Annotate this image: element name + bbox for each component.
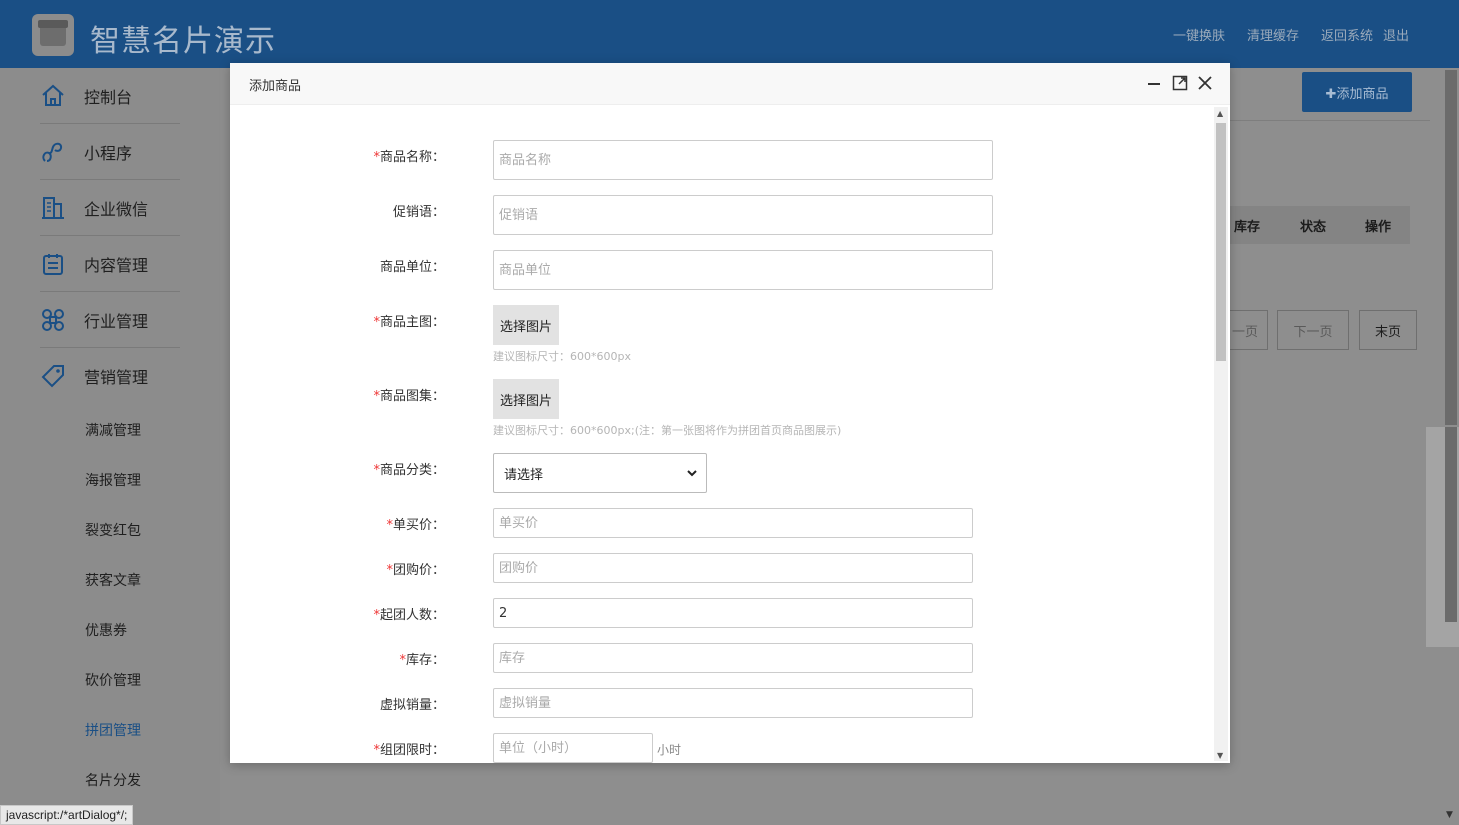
add-product-button[interactable]: ✚添加商品 — [1302, 72, 1412, 112]
sidebar-item-label: 行业管理 — [84, 311, 149, 331]
minimize-icon[interactable] — [1145, 74, 1163, 92]
page-scrollbar[interactable] — [1445, 70, 1457, 425]
back-to-system-link[interactable]: 返回系统 — [1321, 25, 1373, 44]
product-unit-label: 商品单位： — [379, 260, 445, 275]
sidebar-subitem-group-buy[interactable]: 拼团管理 — [85, 720, 141, 740]
add-product-dialog: 添加商品 *商品名称： 促销语： 商品单位： *商品主图： 选择图片 建议图标尺… — [230, 63, 1230, 763]
group-price-input[interactable] — [493, 553, 973, 583]
command-icon — [40, 307, 66, 333]
chevron-down-icon — [686, 467, 698, 479]
building-icon — [40, 195, 66, 221]
miniprogram-icon — [40, 139, 66, 165]
main-image-hint: 建议图标尺寸：600*600px — [493, 350, 631, 363]
sidebar-subitem-poster[interactable]: 海报管理 — [85, 470, 141, 490]
status-bar: javascript:/*artDialog*/; — [0, 805, 134, 825]
sidebar-item-console[interactable]: 控制台 — [40, 68, 180, 124]
scroll-up-arrow-icon[interactable]: ▲ — [1217, 109, 1223, 118]
gallery-select-button[interactable]: 选择图片 — [493, 379, 559, 419]
home-icon — [40, 83, 66, 109]
dialog-body: *商品名称： 促销语： 商品单位： *商品主图： 选择图片 建议图标尺寸：600… — [230, 105, 1214, 763]
sidebar-item-miniprogram[interactable]: 小程序 — [40, 124, 180, 180]
maximize-icon[interactable] — [1171, 74, 1189, 92]
gallery-label: *商品图集： — [373, 389, 445, 404]
time-limit-unit: 小时 — [657, 743, 682, 757]
product-name-label: *商品名称： — [373, 150, 445, 165]
min-people-label: *起团人数： — [373, 608, 445, 623]
sidebar-subitem-red-packet[interactable]: 裂变红包 — [85, 520, 141, 540]
sidebar-subitem-coupons[interactable]: 优惠券 — [85, 620, 127, 640]
scroll-down-arrow-icon[interactable]: ▼ — [1446, 810, 1453, 820]
dialog-title: 添加商品 — [249, 79, 302, 94]
min-people-input[interactable] — [493, 598, 973, 628]
time-limit-label: *组团限时： — [373, 743, 445, 758]
sidebar-item-label: 控制台 — [84, 87, 133, 107]
page-scrollbar-track — [1426, 427, 1459, 647]
sidebar-item-enterprise-wechat[interactable]: 企业微信 — [40, 180, 180, 236]
stock-input[interactable] — [493, 643, 973, 673]
column-header-actions: 操作 — [1365, 219, 1392, 235]
single-price-label: *单买价： — [386, 518, 445, 533]
sidebar-subitem-full-reduction[interactable]: 满减管理 — [85, 420, 141, 440]
next-page-button[interactable]: 下一页 — [1277, 310, 1349, 350]
app-title: 智慧名片演示 — [90, 24, 276, 59]
dialog-header: 添加商品 — [230, 63, 1230, 105]
change-skin-link[interactable]: 一键换肤 — [1173, 25, 1225, 44]
top-header: 智慧名片演示 一键换肤 清理缓存 返回系统 退出 — [0, 0, 1459, 68]
sidebar-subitem-bargain[interactable]: 砍价管理 — [85, 670, 141, 690]
tag-icon — [40, 363, 66, 389]
main-image-select-button[interactable]: 选择图片 — [493, 305, 559, 345]
sidebar-item-label: 营销管理 — [84, 368, 149, 387]
logout-link[interactable]: 退出 — [1383, 25, 1409, 44]
single-price-input[interactable] — [493, 508, 973, 538]
sidebar-item-industry[interactable]: 行业管理 — [40, 292, 180, 348]
category-selected-value: 请选择 — [504, 467, 544, 483]
sidebar-item-label: 企业微信 — [84, 199, 149, 219]
table-header: 库存 状态 操作 — [1230, 206, 1410, 244]
column-header-stock: 库存 — [1234, 219, 1261, 235]
dialog-scrollbar[interactable]: ▲ ▼ — [1214, 107, 1228, 761]
promo-label: 促销语： — [392, 205, 445, 220]
sidebar-item-marketing[interactable]: 营销管理 — [40, 348, 180, 404]
group-price-label: *团购价： — [386, 563, 445, 578]
gallery-hint: 建议图标尺寸：600*600px;(注：第一张图将作为拼团首页商品图展示) — [493, 424, 842, 437]
product-name-input[interactable] — [493, 140, 993, 180]
stock-label: *库存： — [399, 653, 445, 668]
category-select[interactable]: 请选择 — [493, 453, 707, 493]
column-header-status: 状态 — [1300, 219, 1327, 235]
promo-input[interactable] — [493, 195, 993, 235]
clear-cache-link[interactable]: 清理缓存 — [1247, 25, 1299, 44]
last-page-button[interactable]: 末页 — [1359, 310, 1417, 350]
scrollbar-thumb[interactable] — [1216, 123, 1226, 361]
store-logo-icon — [32, 14, 74, 56]
sidebar-item-content[interactable]: 内容管理 — [40, 236, 180, 292]
sidebar-item-label: 内容管理 — [84, 255, 149, 275]
scroll-down-arrow-icon[interactable]: ▼ — [1217, 751, 1223, 760]
main-image-label: *商品主图： — [373, 315, 445, 330]
sidebar-subitem-card-distribution[interactable]: 名片分发 — [85, 770, 141, 790]
close-icon[interactable] — [1196, 74, 1214, 92]
sidebar-subitem-articles[interactable]: 获客文章 — [85, 570, 141, 590]
category-label: *商品分类： — [373, 463, 445, 478]
virtual-sales-input[interactable] — [493, 688, 973, 718]
time-limit-input[interactable] — [493, 733, 653, 763]
sidebar: 控制台 小程序 企业微信 内容管理 行业管理 营销管理 满减管理 海报管理 裂变… — [0, 68, 220, 825]
virtual-sales-label: 虚拟销量： — [379, 698, 445, 713]
product-unit-input[interactable] — [493, 250, 993, 290]
clipboard-icon — [40, 251, 66, 277]
sidebar-item-label: 小程序 — [84, 143, 133, 163]
header-links: 一键换肤 清理缓存 返回系统 退出 — [1173, 25, 1409, 44]
divider — [1230, 120, 1430, 121]
